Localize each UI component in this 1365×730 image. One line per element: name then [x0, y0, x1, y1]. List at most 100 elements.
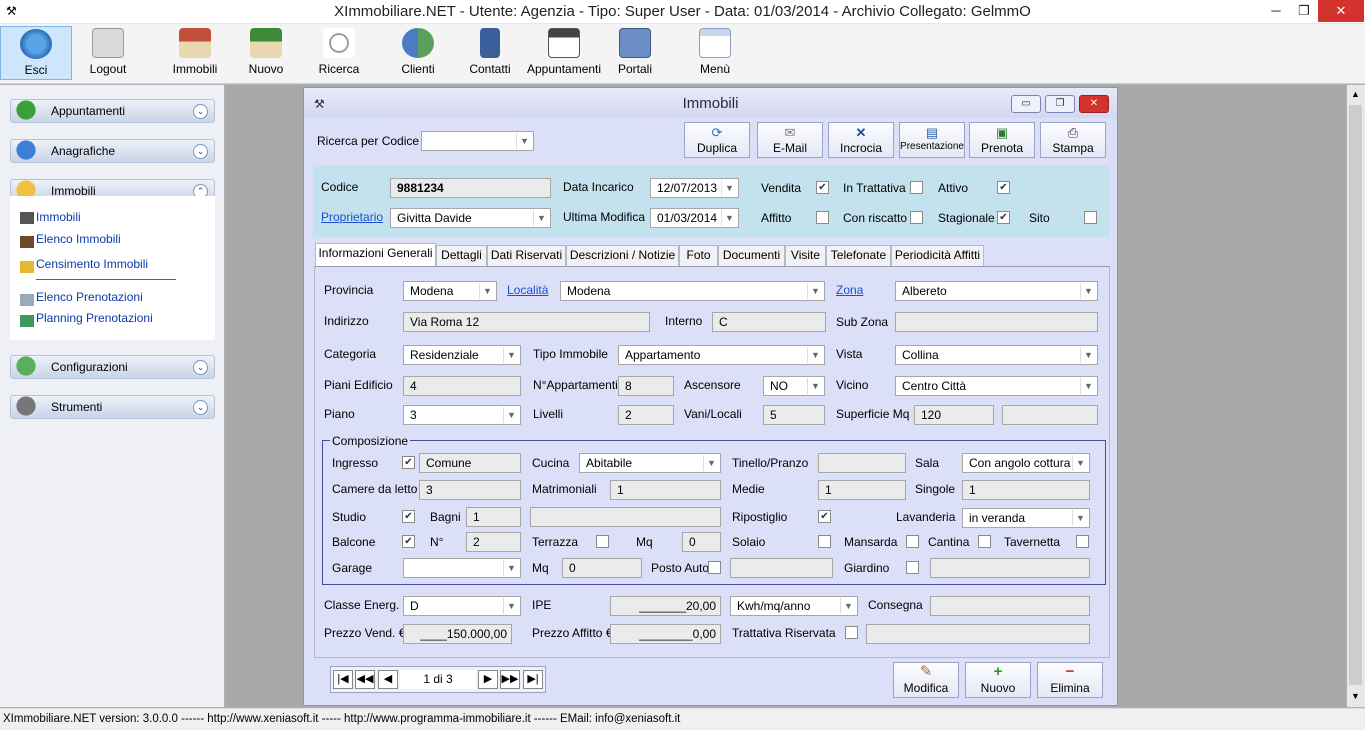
cantina-checkbox[interactable] — [978, 535, 991, 548]
ripostiglio-checkbox[interactable]: ✔ — [818, 510, 831, 523]
tab-descrizioni-notizie[interactable]: Descrizioni / Notizie — [566, 245, 679, 266]
immobili-button[interactable]: Immobili — [159, 26, 231, 80]
next-record-button[interactable]: ▶ — [478, 670, 498, 689]
cucina-select[interactable]: Abitabile ▼ — [579, 453, 721, 473]
maximize-button[interactable]: ❐ — [1290, 0, 1318, 22]
matrimoniali-field[interactable]: 1 — [610, 480, 721, 500]
data-incarico-field[interactable]: 12/07/2013 ▼ — [650, 178, 739, 198]
mq-terrazza-field[interactable]: 0 — [682, 532, 721, 552]
last-record-button[interactable]: ▶| — [523, 670, 543, 689]
nuovo-button[interactable]: Nuovo — [230, 26, 302, 80]
sidebar-item-elenco-immobili[interactable]: Elenco Immobili — [36, 232, 121, 246]
clienti-button[interactable]: Clienti — [382, 26, 454, 80]
ricerca-codice-select[interactable]: ▼ — [421, 131, 534, 151]
stagionale-checkbox[interactable]: ✔ — [997, 211, 1010, 224]
camere-field[interactable]: 3 — [419, 480, 521, 500]
tab-foto[interactable]: Foto — [679, 245, 718, 266]
tavernetta-checkbox[interactable] — [1076, 535, 1089, 548]
balcone-checkbox[interactable]: ✔ — [402, 535, 415, 548]
con-riscatto-checkbox[interactable] — [910, 211, 923, 224]
appuntamenti-button[interactable]: Appuntamenti — [527, 26, 601, 80]
trattativa-riservata-checkbox[interactable] — [845, 626, 858, 639]
sidebar-group-anagrafiche[interactable]: Anagrafiche ⌄ — [9, 134, 215, 166]
proprietario-select[interactable]: Givitta Davide ▼ — [390, 208, 551, 228]
posto-auto-field[interactable] — [730, 558, 833, 578]
lavanderia-select[interactable]: in veranda ▼ — [962, 508, 1090, 528]
prenota-button[interactable]: ▣ Prenota — [969, 122, 1035, 158]
elimina-button[interactable]: − Elimina — [1037, 662, 1103, 698]
interno-field[interactable]: C — [712, 312, 826, 332]
prezzo-affitto-field[interactable]: ________0,00 — [610, 624, 721, 644]
n-balconi-field[interactable]: 2 — [466, 532, 521, 552]
tab-informazioni-generali[interactable]: Informazioni Generali — [315, 243, 436, 266]
giardino-checkbox[interactable] — [906, 561, 919, 574]
sala-select[interactable]: Con angolo cottura ▼ — [962, 453, 1090, 473]
child-restore-button[interactable]: ❐ — [1045, 95, 1075, 113]
prev-record-button[interactable]: ◀ — [378, 670, 398, 689]
ingresso-checkbox[interactable]: ✔ — [402, 456, 415, 469]
tab-periodicita-affitti[interactable]: Periodicità Affitti — [891, 245, 984, 266]
proprietario-link[interactable]: Proprietario — [321, 210, 383, 224]
indirizzo-field[interactable]: Via Roma 12 — [403, 312, 650, 332]
presentazione-button[interactable]: ▤ Presentazione — [899, 122, 965, 158]
superficie-field[interactable]: 120 — [914, 405, 994, 425]
provincia-select[interactable]: Modena ▼ — [403, 281, 497, 301]
subzona-field[interactable] — [895, 312, 1098, 332]
menu-button[interactable]: Menù — [679, 26, 751, 80]
email-button[interactable]: ✉ E-Mail — [757, 122, 823, 158]
posto-auto-checkbox[interactable] — [708, 561, 721, 574]
superficie-extra-field[interactable] — [1002, 405, 1098, 425]
stampa-button[interactable]: ⎙ Stampa — [1040, 122, 1106, 158]
vani-locali-field[interactable]: 5 — [763, 405, 825, 425]
ascensore-select[interactable]: NO ▼ — [763, 376, 825, 396]
attivo-checkbox[interactable]: ✔ — [997, 181, 1010, 194]
vista-select[interactable]: Collina ▼ — [895, 345, 1098, 365]
contatti-button[interactable]: Contatti — [454, 26, 526, 80]
piano-select[interactable]: 3 ▼ — [403, 405, 521, 425]
first-record-button[interactable]: |◀ — [333, 670, 353, 689]
ultima-modifica-field[interactable]: 01/03/2014 ▼ — [650, 208, 739, 228]
close-button[interactable]: ✕ — [1318, 0, 1364, 22]
consegna-field[interactable] — [930, 596, 1090, 616]
affitto-checkbox[interactable] — [816, 211, 829, 224]
localita-select[interactable]: Modena ▼ — [560, 281, 825, 301]
ingresso-field[interactable]: Comune — [419, 453, 521, 473]
mq-garage-field[interactable]: 0 — [562, 558, 642, 578]
garage-select[interactable]: ▼ — [403, 558, 521, 578]
localita-link[interactable]: Località — [507, 283, 548, 297]
prezzo-vendita-field[interactable]: ____150.000,00 — [403, 624, 512, 644]
sito-checkbox[interactable] — [1084, 211, 1097, 224]
nuovo-record-button[interactable]: + Nuovo — [965, 662, 1031, 698]
vicino-select[interactable]: Centro Città ▼ — [895, 376, 1098, 396]
ricerca-button[interactable]: Ricerca — [303, 26, 375, 80]
tab-telefonate[interactable]: Telefonate — [826, 245, 891, 266]
portali-button[interactable]: Portali — [599, 26, 671, 80]
logout-button[interactable]: Logout — [72, 26, 144, 80]
tinello-field[interactable] — [818, 453, 906, 473]
medie-field[interactable]: 1 — [818, 480, 906, 500]
trattativa-riservata-field[interactable] — [866, 624, 1090, 644]
piani-edificio-field[interactable]: 4 — [403, 376, 521, 396]
next-page-button[interactable]: ▶▶ — [500, 670, 520, 689]
esci-button[interactable]: Esci — [0, 26, 72, 80]
ipe-field[interactable]: _______20,00 — [610, 596, 721, 616]
minimize-button[interactable]: ─ — [1262, 0, 1290, 22]
zona-link[interactable]: Zona — [836, 283, 863, 297]
bagni-field[interactable]: 1 — [466, 507, 521, 527]
modifica-button[interactable]: ✎ Modifica — [893, 662, 959, 698]
vertical-scrollbar[interactable]: ▲ ▼ — [1347, 85, 1365, 707]
classe-energ-select[interactable]: D ▼ — [403, 596, 521, 616]
chevron-down-icon[interactable]: ⌄ — [193, 144, 208, 159]
duplica-button[interactable]: ⟳ Duplica — [684, 122, 750, 158]
chevron-down-icon[interactable]: ⌄ — [193, 104, 208, 119]
incrocia-button[interactable]: ✕ Incrocia — [828, 122, 894, 158]
sidebar-item-planning-prenotazioni[interactable]: Planning Prenotazioni — [36, 311, 153, 325]
child-minimize-button[interactable]: ▭ — [1011, 95, 1041, 113]
solaio-checkbox[interactable] — [818, 535, 831, 548]
zona-select[interactable]: Albereto ▼ — [895, 281, 1098, 301]
giardino-field[interactable] — [930, 558, 1090, 578]
sidebar-group-strumenti[interactable]: Strumenti ⌄ — [9, 390, 215, 422]
sidebar-item-censimento-immobili[interactable]: Censimento Immobili — [36, 257, 148, 271]
bagni-note-field[interactable] — [530, 507, 721, 527]
tab-dati-riservati[interactable]: Dati Riservati — [487, 245, 566, 266]
